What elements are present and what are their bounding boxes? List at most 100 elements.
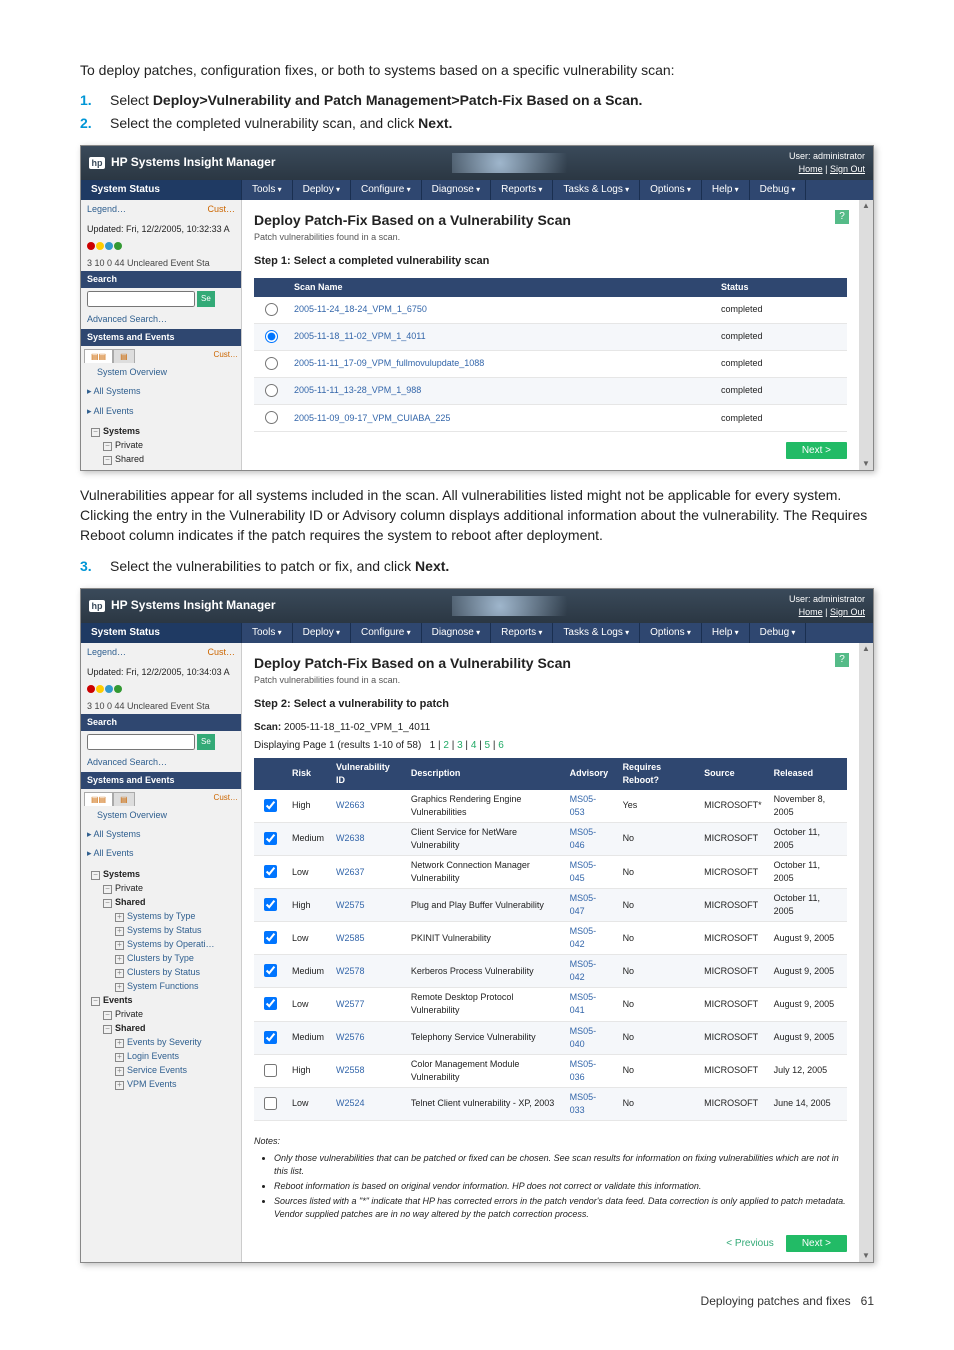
tree-sys-os[interactable]: +Systems by Operati… <box>91 938 231 951</box>
vuln-checkbox[interactable] <box>264 832 277 845</box>
menu-tasks-logs[interactable]: Tasks & Logs <box>553 623 640 644</box>
tree-ev-severity[interactable]: +Events by Severity <box>91 1036 231 1049</box>
search-input[interactable] <box>87 291 195 307</box>
vuln-checkbox[interactable] <box>264 931 277 944</box>
vuln-id-link[interactable]: W2585 <box>330 922 405 955</box>
page-link[interactable]: 6 <box>498 740 504 751</box>
scan-radio[interactable] <box>265 384 278 397</box>
menu-options[interactable]: Options <box>640 623 702 644</box>
scrollbar[interactable]: ▲▼ <box>859 200 873 469</box>
search-button[interactable]: Se <box>197 291 215 307</box>
tree-private[interactable]: −Private <box>91 439 231 452</box>
vuln-checkbox[interactable] <box>264 799 277 812</box>
signout-link[interactable]: Sign Out <box>830 607 865 617</box>
tree-service-events[interactable]: +Service Events <box>91 1064 231 1077</box>
all-events-link[interactable]: ▸ All Events <box>81 844 241 863</box>
tab-list[interactable]: ▤ <box>113 792 135 807</box>
vuln-advisory-link[interactable]: MS05-042 <box>564 955 617 988</box>
page-link[interactable]: 5 <box>485 740 491 751</box>
menu-tools[interactable]: Tools <box>242 623 293 644</box>
menu-debug[interactable]: Debug <box>750 180 807 201</box>
vuln-id-link[interactable]: W2663 <box>330 790 405 823</box>
tree-private-2[interactable]: −Private <box>91 1008 231 1021</box>
vuln-id-link[interactable]: W2638 <box>330 822 405 855</box>
tree-clusters-status[interactable]: +Clusters by Status <box>91 966 231 979</box>
vuln-id-link[interactable]: W2575 <box>330 889 405 922</box>
menu-reports[interactable]: Reports <box>491 180 553 201</box>
next-button[interactable]: Next > <box>786 1235 847 1252</box>
tab-list[interactable]: ▤ <box>113 349 135 364</box>
scan-name[interactable]: 2005-11-11_17-09_VPM_fullmovulupdate_108… <box>288 350 715 377</box>
vuln-checkbox[interactable] <box>264 898 277 911</box>
previous-button[interactable]: < Previous <box>714 1235 786 1252</box>
vuln-id-link[interactable]: W2524 <box>330 1087 405 1120</box>
menu-diagnose[interactable]: Diagnose <box>422 180 492 201</box>
vuln-advisory-link[interactable]: MS05-041 <box>564 988 617 1021</box>
legend-link[interactable]: Legend… <box>87 203 126 216</box>
customize-link-2[interactable]: Cust… <box>214 349 238 364</box>
menu-debug[interactable]: Debug <box>750 623 807 644</box>
vuln-advisory-link[interactable]: MS05-036 <box>564 1054 617 1087</box>
menu-reports[interactable]: Reports <box>491 623 553 644</box>
tree-vpm-events[interactable]: +VPM Events <box>91 1078 231 1091</box>
legend-link[interactable]: Legend… <box>87 646 126 659</box>
tree-shared-2[interactable]: −Shared <box>91 1022 231 1035</box>
signout-link[interactable]: Sign Out <box>830 164 865 174</box>
tree-systems[interactable]: −Systems <box>91 868 231 881</box>
vuln-advisory-link[interactable]: MS05-046 <box>564 822 617 855</box>
scan-radio[interactable] <box>265 357 278 370</box>
search-button[interactable]: Se <box>197 734 215 750</box>
customize-link[interactable]: Cust… <box>207 646 235 659</box>
scan-name[interactable]: 2005-11-11_13-28_VPM_1_988 <box>288 377 715 404</box>
home-link[interactable]: Home <box>799 164 823 174</box>
tree-private[interactable]: −Private <box>91 882 231 895</box>
tree-sys-status[interactable]: +Systems by Status <box>91 924 231 937</box>
scan-radio[interactable] <box>265 303 278 316</box>
tree-sys-functions[interactable]: +System Functions <box>91 980 231 993</box>
customize-link-2[interactable]: Cust… <box>214 792 238 807</box>
scan-row[interactable]: 2005-11-11_13-28_VPM_1_988completed <box>254 377 847 404</box>
menu-help[interactable]: Help <box>702 180 750 201</box>
advanced-search-link[interactable]: Advanced Search… <box>81 310 241 329</box>
menu-configure[interactable]: Configure <box>351 623 422 644</box>
scrollbar[interactable]: ▲▼ <box>859 643 873 1262</box>
vuln-advisory-link[interactable]: MS05-045 <box>564 856 617 889</box>
scan-row[interactable]: 2005-11-18_11-02_VPM_1_4011completed <box>254 323 847 350</box>
scan-radio[interactable] <box>265 330 278 343</box>
scan-row[interactable]: 2005-11-24_18-24_VPM_1_6750completed <box>254 297 847 324</box>
home-link[interactable]: Home <box>799 607 823 617</box>
vuln-advisory-link[interactable]: MS05-042 <box>564 922 617 955</box>
vuln-id-link[interactable]: W2578 <box>330 955 405 988</box>
menu-diagnose[interactable]: Diagnose <box>422 623 492 644</box>
scan-radio[interactable] <box>265 411 278 424</box>
vuln-id-link[interactable]: W2637 <box>330 856 405 889</box>
all-systems-link[interactable]: ▸ All Systems <box>81 382 241 401</box>
tree-events[interactable]: −Events <box>91 994 231 1007</box>
vuln-checkbox[interactable] <box>264 865 277 878</box>
vuln-checkbox[interactable] <box>264 964 277 977</box>
menu-tools[interactable]: Tools <box>242 180 293 201</box>
system-overview-link[interactable]: System Overview <box>81 363 241 382</box>
vuln-id-link[interactable]: W2576 <box>330 1021 405 1054</box>
menu-configure[interactable]: Configure <box>351 180 422 201</box>
help-icon[interactable]: ? <box>835 210 849 224</box>
menu-help[interactable]: Help <box>702 623 750 644</box>
scan-row[interactable]: 2005-11-11_17-09_VPM_fullmovulupdate_108… <box>254 350 847 377</box>
scan-name[interactable]: 2005-11-09_09-17_VPM_CUIABA_225 <box>288 405 715 432</box>
tree-shared[interactable]: −Shared <box>91 453 231 466</box>
search-input[interactable] <box>87 734 195 750</box>
tree-sys-type[interactable]: +Systems by Type <box>91 910 231 923</box>
vuln-advisory-link[interactable]: MS05-047 <box>564 889 617 922</box>
menu-deploy[interactable]: Deploy <box>293 180 351 201</box>
all-events-link[interactable]: ▸ All Events <box>81 402 241 421</box>
menu-options[interactable]: Options <box>640 180 702 201</box>
vuln-id-link[interactable]: W2577 <box>330 988 405 1021</box>
all-systems-link[interactable]: ▸ All Systems <box>81 825 241 844</box>
vuln-checkbox[interactable] <box>264 1031 277 1044</box>
vuln-advisory-link[interactable]: MS05-053 <box>564 790 617 823</box>
scan-name[interactable]: 2005-11-24_18-24_VPM_1_6750 <box>288 297 715 324</box>
help-icon[interactable]: ? <box>835 653 849 667</box>
vuln-advisory-link[interactable]: MS05-033 <box>564 1087 617 1120</box>
menu-tasks-logs[interactable]: Tasks & Logs <box>553 180 640 201</box>
page-link[interactable]: 3 <box>457 740 463 751</box>
